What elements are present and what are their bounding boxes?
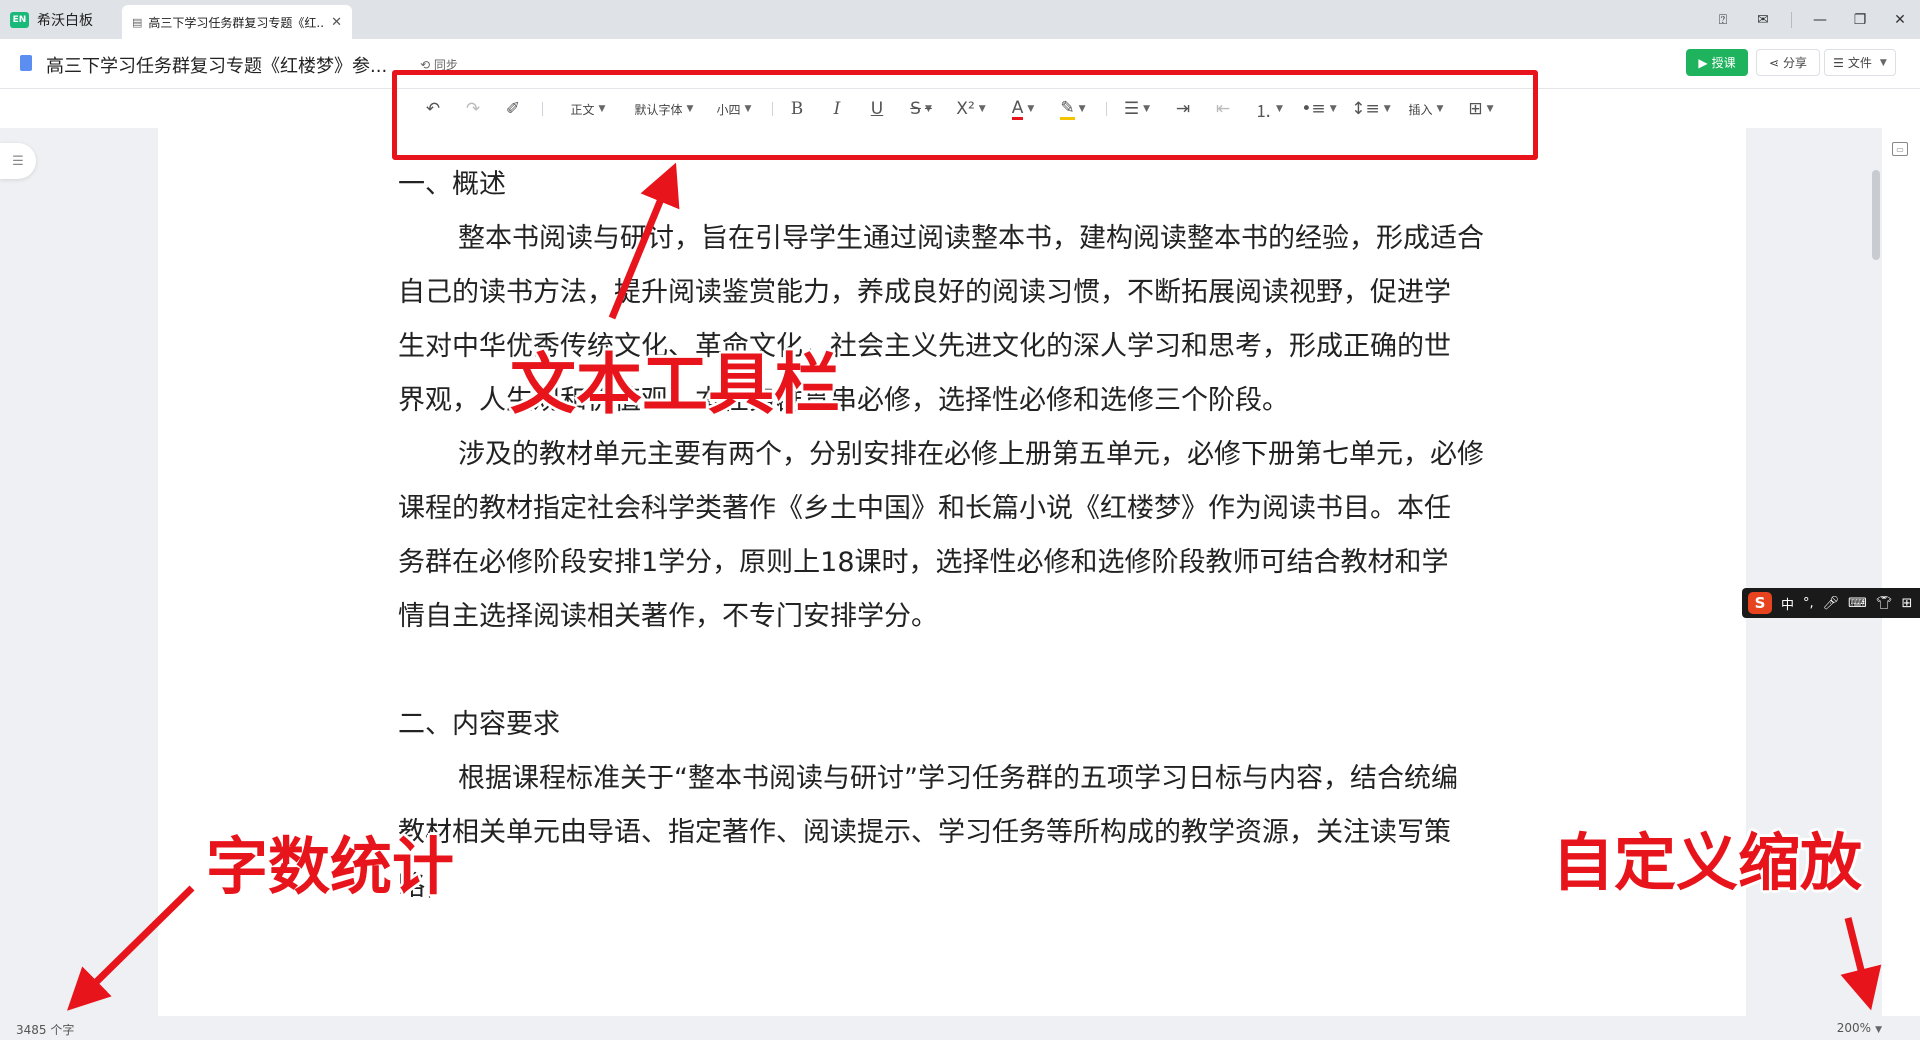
- zoom-annotation-label: 自定义缩放: [1552, 826, 1863, 899]
- toolbar-annotation-label: 文本工具栏: [510, 346, 840, 423]
- paragraph-line: 整本书阅读与研讨，旨在引导学生通过阅读整本书，建构阅读整本书的经验，形成适合: [458, 223, 1484, 254]
- document-tab-title: 高三下学习任务群复习专题《红...: [148, 15, 326, 30]
- share-button[interactable]: ⋖ 分享: [1756, 49, 1820, 76]
- chevron-down-icon: ▼: [1879, 57, 1887, 68]
- microphone-icon[interactable]: 🎤︎: [1823, 596, 1840, 611]
- font-color-icon[interactable]: A ▼: [1006, 97, 1040, 121]
- heading-overview: 一、概述: [398, 169, 506, 200]
- window-controls: ⍰ ✉ — ❐ ✕: [1703, 0, 1920, 39]
- insert-menu[interactable]: 插入 ▼: [1404, 97, 1448, 121]
- app-logo-icon: EN: [10, 11, 29, 28]
- punctuation-icon[interactable]: °,: [1803, 596, 1814, 611]
- superscript-icon[interactable]: X² ▼: [954, 97, 988, 121]
- indent-decrease-icon[interactable]: ⇤: [1210, 97, 1236, 121]
- mail-icon[interactable]: ✉: [1743, 12, 1783, 28]
- chevron-down-icon: ▼: [744, 104, 752, 114]
- toolbox-icon[interactable]: ⊞: [1901, 596, 1912, 611]
- chevron-down-icon: ▼: [686, 104, 694, 114]
- divider: [542, 102, 543, 116]
- right-rail: [1882, 128, 1920, 1016]
- document-body: 一、概述 整本书阅读与研讨，旨在引导学生通过阅读整本书，建构阅读整本书的经验，形…: [398, 158, 1508, 914]
- paragraph-line: 教材相关单元由导语、指定著作、阅读提示、学习任务等所构成的教学资源，关注读写策: [398, 817, 1451, 848]
- insert-label: 插入: [1408, 102, 1433, 117]
- chevron-down-icon: ▼: [1436, 104, 1444, 114]
- italic-icon[interactable]: I: [824, 97, 850, 121]
- comment-panel-icon[interactable]: ▭: [1892, 142, 1908, 156]
- outline-toggle-icon[interactable]: ☰: [0, 143, 36, 179]
- indent-increase-icon[interactable]: ⇥: [1170, 97, 1196, 121]
- font-family-select[interactable]: 默认字体 ▼: [630, 97, 698, 121]
- sync-label: 同步: [433, 58, 458, 72]
- play-icon: ▶: [1698, 55, 1708, 70]
- font-size-value: 小四: [716, 102, 741, 117]
- paragraph-line: 略，: [398, 871, 452, 902]
- paragraph-style-select[interactable]: 正文 ▼: [562, 97, 614, 121]
- document-title[interactable]: 高三下学习任务群复习专题《红楼梦》参...: [46, 52, 387, 78]
- paragraph-style-value: 正文: [570, 102, 595, 117]
- divider: [1106, 102, 1107, 116]
- sync-status[interactable]: ⟲ 同步: [420, 56, 458, 73]
- divider: [772, 102, 773, 116]
- vertical-scrollbar[interactable]: [1872, 170, 1880, 260]
- undo-icon[interactable]: ↶: [420, 97, 446, 121]
- lesson-button[interactable]: ▶ 授课: [1686, 49, 1748, 76]
- strikethrough-icon[interactable]: S ▼: [904, 97, 938, 121]
- share-label: 分享: [1783, 56, 1808, 70]
- paragraph-line: 情自主选择阅读相关著作，不专门安排学分。: [398, 601, 938, 632]
- help-icon[interactable]: ⍰: [1703, 12, 1743, 28]
- zoom-value: 200%: [1836, 1021, 1872, 1035]
- format-painter-icon[interactable]: ✐: [500, 97, 526, 121]
- close-window-icon[interactable]: ✕: [1880, 12, 1920, 28]
- tab-bar: EN 希沃白板 ▤ 高三下学习任务群复习专题《红... ✕ ⍰ ✉ — ❐ ✕: [0, 0, 1920, 39]
- sync-icon: ⟲: [420, 58, 434, 72]
- paragraph-line: 自己的读书方法，提升阅读鉴赏能力，养成良好的阅读习惯，不断拓展阅读视野，促进学: [398, 277, 1451, 308]
- paragraph-line: 课程的教材指定社会科学类著作《乡土中国》和长篇小说《红楼梦》作为阅读书目。本任: [398, 493, 1451, 524]
- heading-requirements: 二、内容要求: [398, 709, 560, 740]
- word-count[interactable]: 3485 个字: [16, 1021, 74, 1038]
- zoom-select[interactable]: 200% ▼: [1837, 1021, 1882, 1035]
- document-tab-icon: ▤: [132, 15, 143, 29]
- keyboard-icon[interactable]: ⌨: [1848, 596, 1867, 611]
- underline-icon[interactable]: U: [864, 97, 890, 121]
- paragraph-line: 涉及的教材单元主要有两个，分别安排在必修上册第五单元，必修下册第七单元，必修: [458, 439, 1484, 470]
- file-menu-button[interactable]: ☰ 文件 ▼: [1824, 49, 1896, 76]
- app-name: 希沃白板: [37, 12, 93, 29]
- table-icon[interactable]: ⊞ ▼: [1464, 97, 1498, 121]
- minimize-icon[interactable]: —: [1800, 12, 1840, 28]
- align-icon[interactable]: ☰ ▼: [1120, 97, 1154, 121]
- ime-language[interactable]: 中: [1781, 594, 1794, 613]
- font-family-value: 默认字体: [634, 102, 683, 117]
- redo-icon[interactable]: ↷: [460, 97, 486, 121]
- document-header: 高三下学习任务群复习专题《红楼梦》参... ⟲ 同步 ▶ 授课 ⋖ 分享 ☰ 文件 ▼: [0, 39, 1920, 89]
- status-bar: 3485 个字 200% ▼: [0, 1016, 1920, 1040]
- document-icon: [20, 55, 32, 71]
- paragraph-line: 务群在必修阶段安排1学分，原则上18课时，选择性必修和选修阶段教师可结合教材和学: [398, 547, 1449, 578]
- divider: [1791, 11, 1792, 28]
- chevron-down-icon: ▼: [1875, 1025, 1882, 1035]
- file-label: 文件: [1847, 56, 1872, 70]
- chevron-down-icon: ▼: [598, 104, 606, 114]
- line-spacing-icon[interactable]: ↕≡ ▼: [1351, 97, 1390, 121]
- ordered-list-icon[interactable]: ⒈ ▼: [1252, 97, 1286, 122]
- app-tab[interactable]: EN 希沃白板: [10, 0, 93, 39]
- paragraph-line: 根据课程标准关于“整本书阅读与研讨”学习任务群的五项学习日标与内容，结合统编: [458, 763, 1458, 794]
- share-icon: ⋖: [1768, 55, 1780, 70]
- close-tab-icon[interactable]: ✕: [331, 15, 342, 30]
- bold-icon[interactable]: B: [784, 97, 810, 121]
- text-toolbar: ↶ ↷ ✐ 正文 ▼ 默认字体 ▼ 小四 ▼ B I U S ▼ X² ▼ A ▼ ✎ ▼ ☰…: [0, 89, 1920, 128]
- restore-icon[interactable]: ❐: [1840, 12, 1880, 28]
- ime-toolbar[interactable]: S 中 °, 🎤︎ ⌨ 👕︎ ⊞: [1742, 588, 1920, 618]
- font-size-select[interactable]: 小四 ▼: [712, 97, 756, 121]
- menu-icon: ☰: [1833, 55, 1844, 70]
- document-tab[interactable]: ▤ 高三下学习任务群复习专题《红... ✕: [122, 5, 352, 39]
- zoom-arrow: [1840, 917, 1882, 1011]
- bullet-list-icon[interactable]: •≡ ▼: [1301, 97, 1336, 121]
- highlight-icon[interactable]: ✎ ▼: [1056, 97, 1090, 121]
- lesson-label: 授课: [1711, 56, 1736, 70]
- wordcount-annotation-label: 字数统计: [206, 830, 455, 903]
- sogou-logo-icon: S: [1748, 592, 1772, 614]
- skin-icon[interactable]: 👕︎: [1876, 596, 1893, 611]
